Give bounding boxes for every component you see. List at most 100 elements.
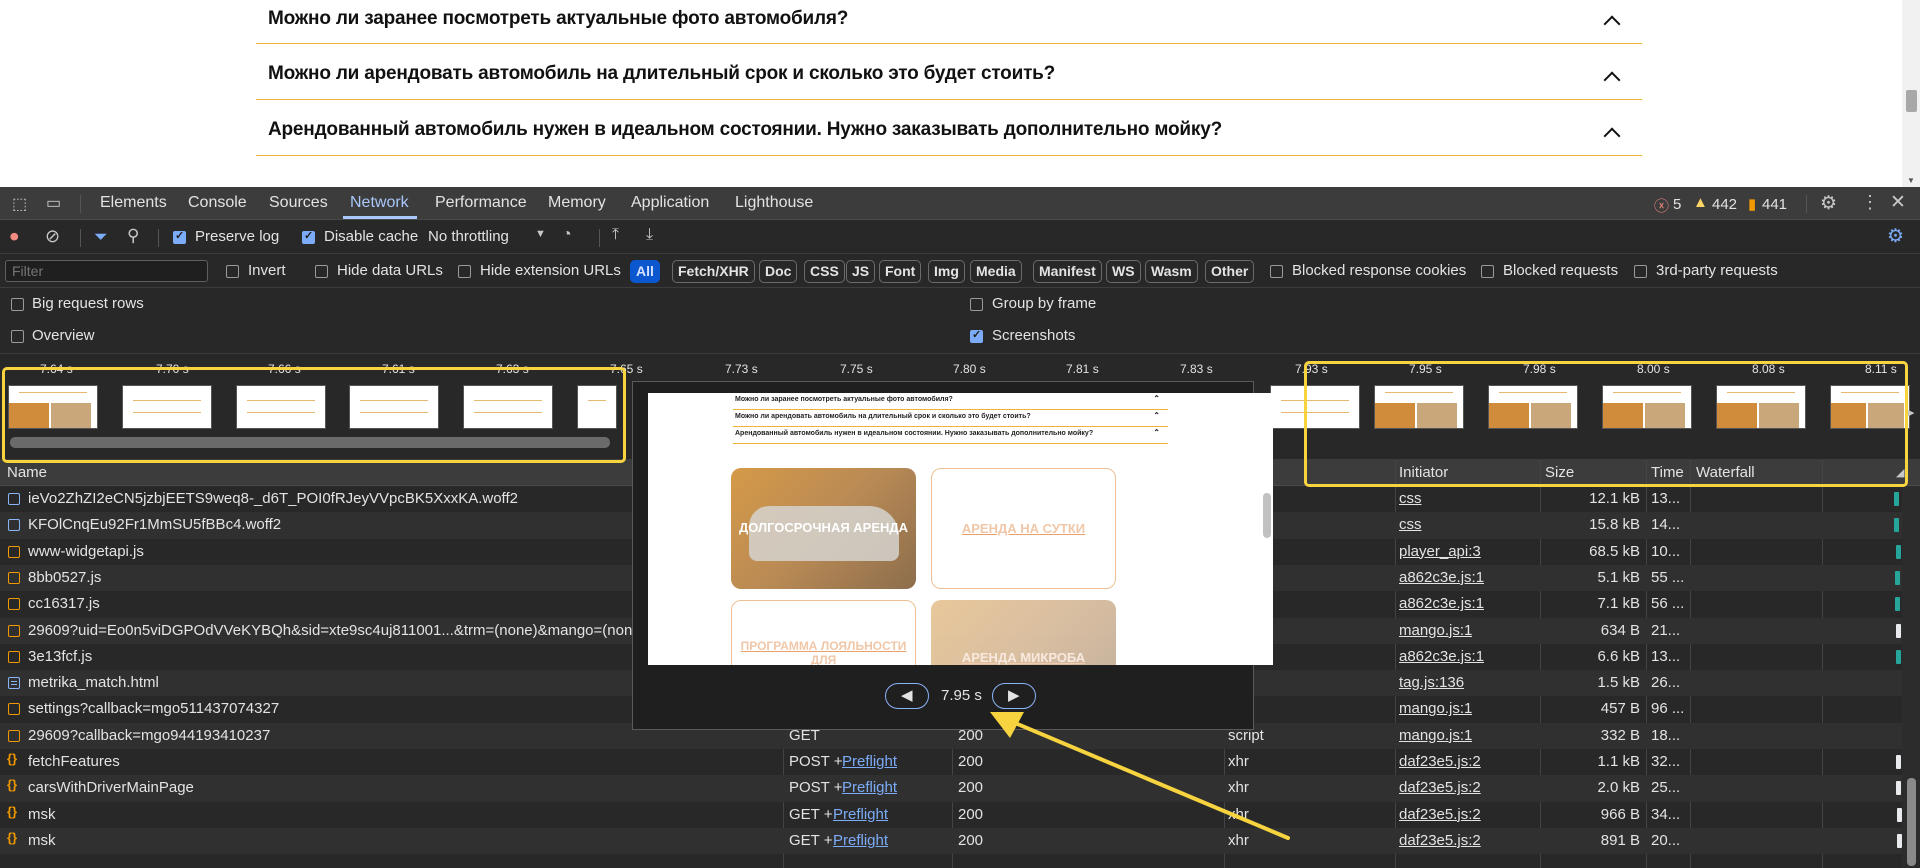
type-filter-ws[interactable]: WS: [1106, 260, 1141, 283]
request-initiator[interactable]: mango.js:1: [1399, 622, 1472, 639]
previous-screenshot-button[interactable]: ◀: [885, 683, 929, 709]
chevron-down-icon[interactable]: ▼: [535, 228, 546, 240]
tab-memory[interactable]: Memory: [548, 194, 606, 212]
chevron-up-icon[interactable]: [1603, 71, 1621, 89]
request-initiator[interactable]: daf23e5.js:2: [1399, 832, 1481, 849]
export-har-icon[interactable]: ⤓: [646, 226, 653, 244]
warning-count[interactable]: 442: [1712, 196, 1737, 213]
request-list-scrollbar[interactable]: [1902, 486, 1920, 868]
type-filter-js[interactable]: JS: [846, 260, 876, 283]
warning-icon[interactable]: ▲: [1693, 194, 1708, 211]
clear-icon[interactable]: ⊘: [45, 226, 60, 247]
blocked-cookies-label: Blocked response cookies: [1292, 262, 1467, 279]
tab-application[interactable]: Application: [631, 194, 709, 212]
type-filter-manifest[interactable]: Manifest: [1033, 260, 1102, 283]
error-count[interactable]: 5: [1673, 196, 1681, 213]
issue-count[interactable]: 441: [1762, 196, 1787, 213]
network-conditions-icon[interactable]: ◔: [562, 226, 572, 244]
request-initiator[interactable]: mango.js:1: [1399, 727, 1472, 744]
chevron-up-icon[interactable]: [1603, 15, 1621, 33]
type-filter-font[interactable]: Font: [879, 260, 922, 283]
request-type: xhr: [1228, 779, 1249, 797]
import-har-icon[interactable]: ⤒: [612, 226, 619, 244]
request-name[interactable]: msk: [28, 832, 778, 849]
type-filter-doc[interactable]: Doc: [759, 260, 798, 283]
waterfall-bar: [1896, 755, 1901, 769]
tab-lighthouse[interactable]: Lighthouse: [735, 194, 813, 212]
blocked-requests-checkbox[interactable]: [1481, 265, 1494, 278]
search-icon[interactable]: ⚲: [127, 226, 139, 246]
type-filter-all[interactable]: All: [630, 260, 660, 283]
request-name[interactable]: carsWithDriverMainPage: [28, 779, 778, 796]
gear-icon[interactable]: ⚙: [1820, 192, 1837, 215]
faq-item-photos[interactable]: Можно ли заранее посмотреть актуальные ф…: [256, 0, 1642, 44]
request-initiator[interactable]: mango.js:1: [1399, 700, 1472, 717]
type-filter-fetch-xhr[interactable]: Fetch/XHR: [672, 260, 755, 283]
group-by-frame-checkbox[interactable]: [970, 298, 983, 311]
chevron-up-icon[interactable]: [1603, 127, 1621, 145]
table-row[interactable]: msk GET + Preflight 200 xhr daf23e5.js:2…: [0, 827, 1920, 855]
request-list-scrollbar-thumb[interactable]: [1907, 778, 1916, 866]
column-name[interactable]: Name: [7, 464, 47, 481]
hide-data-urls-checkbox[interactable]: [315, 265, 328, 278]
device-toolbar-icon[interactable]: ▭: [46, 193, 61, 213]
more-options-icon[interactable]: ⋮: [1861, 192, 1879, 213]
type-filter-img[interactable]: Img: [928, 260, 965, 283]
tab-console[interactable]: Console: [188, 194, 247, 212]
preflight-link[interactable]: Preflight: [833, 832, 888, 849]
next-screenshot-button[interactable]: ▶: [992, 683, 1036, 709]
record-stop-icon[interactable]: ⏺: [10, 227, 19, 247]
tab-sources[interactable]: Sources: [269, 194, 328, 212]
table-row[interactable]: carsWithDriverMainPage POST + Preflight …: [0, 775, 1920, 802]
request-initiator[interactable]: css: [1399, 490, 1422, 507]
type-filter-wasm[interactable]: Wasm: [1145, 260, 1198, 283]
type-filter-css[interactable]: CSS: [804, 260, 845, 283]
scroll-down-icon[interactable]: ▼: [1907, 176, 1915, 185]
request-initiator[interactable]: daf23e5.js:2: [1399, 753, 1481, 770]
request-initiator[interactable]: daf23e5.js:2: [1399, 779, 1481, 796]
preflight-link[interactable]: Preflight: [842, 779, 897, 796]
type-filter-media[interactable]: Media: [970, 260, 1022, 283]
request-initiator[interactable]: a862c3e.js:1: [1399, 648, 1484, 665]
request-name[interactable]: msk: [28, 806, 778, 823]
error-icon[interactable]: ⓧ: [1654, 195, 1669, 216]
request-initiator[interactable]: a862c3e.js:1: [1399, 569, 1484, 586]
invert-checkbox[interactable]: [226, 265, 239, 278]
preflight-link[interactable]: Preflight: [833, 806, 888, 823]
request-initiator[interactable]: daf23e5.js:2: [1399, 806, 1481, 823]
network-settings-gear-icon[interactable]: ⚙: [1887, 225, 1904, 248]
tab-network[interactable]: Network: [350, 194, 409, 212]
third-party-checkbox[interactable]: [1634, 265, 1647, 278]
issue-icon[interactable]: ▮: [1748, 195, 1756, 213]
preflight-link[interactable]: Preflight: [842, 753, 897, 770]
throttling-select[interactable]: No throttling: [428, 228, 509, 245]
table-row[interactable]: fetchFeatures POST + Preflight 200 xhr d…: [0, 749, 1920, 775]
hide-extension-urls-checkbox[interactable]: [458, 265, 471, 278]
preserve-log-checkbox[interactable]: [173, 229, 186, 244]
request-initiator[interactable]: player_api:3: [1399, 543, 1481, 560]
request-initiator[interactable]: tag.js:136: [1399, 674, 1464, 691]
blocked-cookies-checkbox[interactable]: [1270, 265, 1283, 278]
request-name[interactable]: fetchFeatures: [28, 753, 778, 770]
table-row[interactable]: msk GET + Preflight 200 xhr daf23e5.js:2…: [0, 802, 1920, 828]
disable-cache-checkbox[interactable]: [302, 229, 315, 244]
request-size: 332 B: [1600, 726, 1640, 744]
faq-item-washing[interactable]: Арендованный автомобиль нужен в идеально…: [256, 100, 1642, 156]
request-time: 13...: [1651, 647, 1681, 665]
tab-elements[interactable]: Elements: [100, 194, 167, 212]
tab-performance[interactable]: Performance: [435, 194, 527, 212]
page-scrollbar[interactable]: ▼: [1902, 0, 1920, 187]
faq-item-long-term[interactable]: Можно ли арендовать автомобиль на длител…: [256, 44, 1642, 100]
big-rows-checkbox[interactable]: [11, 298, 24, 311]
inspect-element-icon[interactable]: ⬚: [12, 194, 27, 214]
request-initiator[interactable]: a862c3e.js:1: [1399, 595, 1484, 612]
screenshot-preview-popup: Можно ли заранее посмотреть актуальные ф…: [632, 381, 1273, 730]
close-icon[interactable]: ✕: [1890, 191, 1906, 214]
overview-checkbox[interactable]: [11, 330, 24, 343]
page-scrollbar-thumb[interactable]: [1906, 90, 1917, 112]
filter-input[interactable]: [5, 260, 208, 282]
screenshots-checkbox[interactable]: [970, 328, 983, 343]
request-initiator[interactable]: css: [1399, 516, 1422, 533]
filter-icon[interactable]: ⏷: [94, 227, 108, 247]
type-filter-other[interactable]: Other: [1205, 260, 1255, 283]
